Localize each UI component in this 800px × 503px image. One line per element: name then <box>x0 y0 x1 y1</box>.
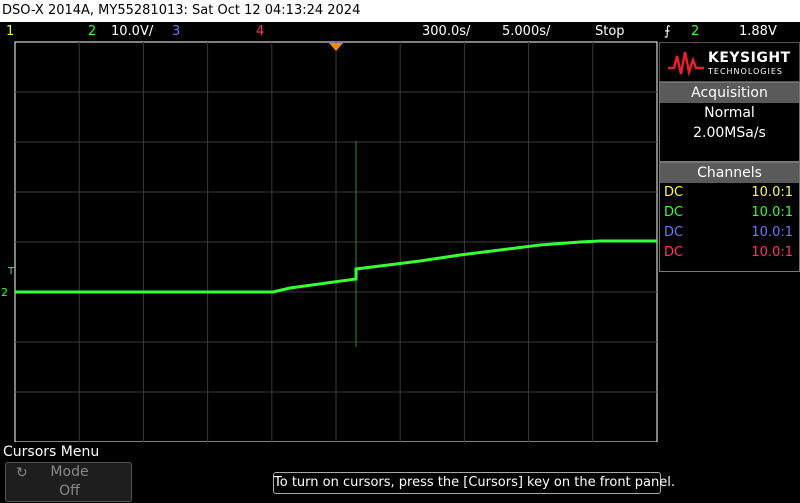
acquisition-mode: Normal <box>704 105 755 121</box>
acquisition-panel: Acquisition Normal 2.00MSa/s <box>659 82 800 162</box>
trigger-channel: 2 <box>691 24 700 39</box>
channel-2-probe-ratio: 10.0:1 <box>751 205 793 220</box>
channel-1-probe-ratio: 10.0:1 <box>751 185 793 200</box>
trigger-position-marker <box>329 43 343 51</box>
channel-4-row: DC 10.0:1 <box>660 243 799 263</box>
trigger-level-marker: T <box>7 266 15 277</box>
softkey-label: Mode <box>50 464 89 480</box>
channel-3-label[interactable]: 3 <box>172 22 180 42</box>
channel-3-probe-ratio: 10.0:1 <box>751 225 793 240</box>
channel-4-coupling: DC <box>664 245 684 260</box>
right-info-panel: KEYSIGHT TECHNOLOGIES Acquisition Normal… <box>659 42 800 442</box>
acquisition-rate: 2.00MSa/s <box>693 125 766 141</box>
channel-1-coupling: DC <box>664 185 684 200</box>
channel-2-label[interactable]: 2 <box>88 22 96 42</box>
channel-4-label[interactable]: 4 <box>256 22 264 42</box>
channel-4-probe-ratio: 10.0:1 <box>751 245 793 260</box>
run-state: Stop <box>595 24 625 39</box>
cursor-mode-softkey[interactable]: ↻ Mode Off <box>5 462 132 502</box>
channel-2-ground-marker: 2 <box>1 286 8 299</box>
softkey-value: Off <box>59 483 80 499</box>
acquisition-header: Acquisition <box>660 83 799 103</box>
trigger-edge-icon: ⨍ <box>664 24 671 39</box>
channel-2-row: DC 10.0:1 <box>660 203 799 223</box>
menu-title: Cursors Menu <box>3 444 100 460</box>
title-bar: DSO-X 2014A, MY55281013: Sat Oct 12 04:1… <box>0 0 800 22</box>
trigger-level-readout: 1.88V <box>739 24 777 39</box>
softkey-bar: Cursors Menu ↻ Mode Off To turn on curso… <box>0 442 800 503</box>
channel-3-row: DC 10.0:1 <box>660 223 799 243</box>
channels-header: Channels <box>660 163 799 183</box>
delay-readout: 5.000s/ <box>502 24 551 39</box>
status-bar: 1 2 10.0V/ 3 4 300.0s/ 5.000s/ Stop ⨍ 2 … <box>0 22 800 42</box>
channels-panel: Channels DC 10.0:1 DC 10.0:1 DC 10.0:1 D… <box>659 162 800 272</box>
channel-3-coupling: DC <box>664 225 684 240</box>
channel-2-scale: 10.0V/ <box>111 24 154 39</box>
keysight-logo: KEYSIGHT TECHNOLOGIES <box>659 42 800 82</box>
graticule-grid <box>15 42 657 442</box>
channel-1-label[interactable]: 1 <box>6 22 14 42</box>
channel-2-waveform <box>15 239 657 294</box>
graticule-border <box>14 41 658 443</box>
logo-brand: KEYSIGHT <box>708 50 791 66</box>
timebase-readout: 300.0s/ <box>422 24 471 39</box>
hint-message: To turn on cursors, press the [Cursors] … <box>273 472 675 494</box>
channel-1-row: DC 10.0:1 <box>660 183 799 203</box>
keysight-wave-logo-icon <box>668 51 704 77</box>
channel-2-coupling: DC <box>664 205 684 220</box>
logo-sub: TECHNOLOGIES <box>708 67 783 76</box>
